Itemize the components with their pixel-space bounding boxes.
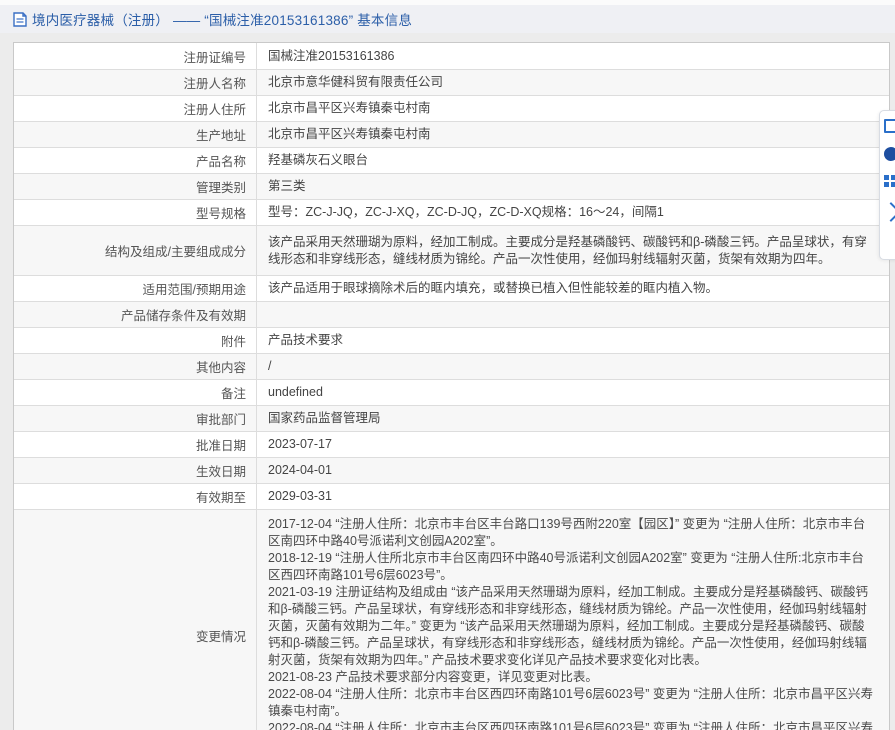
change-history-text: 2017-12-04 “注册人住所：北京市丰台区丰台路口139号西附220室【园… [257, 510, 889, 730]
row-value: / [257, 354, 889, 379]
row-label: 注册人名称 [14, 70, 257, 95]
dot-icon[interactable] [884, 147, 895, 161]
table-row: 型号规格型号：ZC-J-JQ，ZC-J-XQ，ZC-D-JQ，ZC-D-XQ规格… [14, 199, 889, 225]
row-label: 产品名称 [14, 148, 257, 173]
table-row: 审批部门国家药品监督管理局 [14, 405, 889, 431]
row-value: 北京市意华健科贸有限责任公司 [257, 70, 889, 95]
row-value: 2023-07-17 [257, 432, 889, 457]
table-row: 其他内容/ [14, 353, 889, 379]
row-value: 北京市昌平区兴寿镇秦屯村南 [257, 122, 889, 147]
info-table: 注册证编号国械注准20153161386 注册人名称北京市意华健科贸有限责任公司… [13, 42, 890, 730]
row-label: 有效期至 [14, 484, 257, 509]
row-value: undefined [257, 380, 889, 405]
row-label: 注册证编号 [14, 43, 257, 69]
table-row: 生产地址北京市昌平区兴寿镇秦屯村南 [14, 121, 889, 147]
row-value: 产品技术要求 [257, 328, 889, 353]
row-value [257, 302, 889, 327]
row-label: 产品储存条件及有效期 [14, 302, 257, 327]
row-label: 其他内容 [14, 354, 257, 379]
row-value: 第三类 [257, 174, 889, 199]
row-label: 附件 [14, 328, 257, 353]
row-label: 注册人住所 [14, 96, 257, 121]
table-row: 注册人住所北京市昌平区兴寿镇秦屯村南 [14, 95, 889, 121]
row-value: 国家药品监督管理局 [257, 406, 889, 431]
floating-side-panel[interactable] [879, 110, 895, 260]
row-value: 该产品采用天然珊瑚为原料，经加工制成。主要成分是羟基磷酸钙、碳酸钙和β-磷酸三钙… [257, 226, 889, 275]
row-value: 羟基磷灰石义眼台 [257, 148, 889, 173]
table-row: 备注undefined [14, 379, 889, 405]
table-row: 生效日期2024-04-01 [14, 457, 889, 483]
row-label: 变更情况 [14, 510, 257, 730]
row-label: 型号规格 [14, 200, 257, 225]
row-label: 生产地址 [14, 122, 257, 147]
row-label: 适用范围/预期用途 [14, 276, 257, 301]
table-row: 有效期至2029-03-31 [14, 483, 889, 509]
table-row: 适用范围/预期用途该产品适用于眼球摘除术后的眶内填充，或替换已植入但性能较差的眶… [14, 275, 889, 301]
row-label: 批准日期 [14, 432, 257, 457]
row-value: 型号：ZC-J-JQ，ZC-J-XQ，ZC-D-JQ，ZC-D-XQ规格：16～… [257, 200, 889, 225]
table-row-change-history: 变更情况2017-12-04 “注册人住所：北京市丰台区丰台路口139号西附22… [14, 509, 889, 730]
table-row: 附件产品技术要求 [14, 327, 889, 353]
page-header: 境内医疗器械（注册） —— “国械注准20153161386” 基本信息 [0, 5, 895, 33]
row-label: 生效日期 [14, 458, 257, 483]
row-label: 管理类别 [14, 174, 257, 199]
page: 境内医疗器械（注册） —— “国械注准20153161386” 基本信息 注册证… [0, 0, 895, 730]
apps-icon[interactable] [884, 175, 895, 189]
row-value: 北京市昌平区兴寿镇秦屯村南 [257, 96, 889, 121]
window-icon[interactable] [884, 119, 895, 133]
chevron-right-icon[interactable] [881, 202, 895, 222]
table-row: 结构及组成/主要组成成分该产品采用天然珊瑚为原料，经加工制成。主要成分是羟基磷酸… [14, 225, 889, 275]
row-label: 结构及组成/主要组成成分 [14, 226, 257, 275]
table-row: 产品名称羟基磷灰石义眼台 [14, 147, 889, 173]
table-row: 产品储存条件及有效期 [14, 301, 889, 327]
table-row: 注册证编号国械注准20153161386 [14, 43, 889, 69]
row-label: 审批部门 [14, 406, 257, 431]
table-row: 注册人名称北京市意华健科贸有限责任公司 [14, 69, 889, 95]
row-value: 国械注准20153161386 [257, 43, 889, 69]
table-row: 管理类别第三类 [14, 173, 889, 199]
document-icon [13, 12, 27, 27]
row-value: 该产品适用于眼球摘除术后的眶内填充，或替换已植入但性能较差的眶内植入物。 [257, 276, 889, 301]
table-row: 批准日期2023-07-17 [14, 431, 889, 457]
row-value: 2029-03-31 [257, 484, 889, 509]
page-title: 境内医疗器械（注册） —— “国械注准20153161386” 基本信息 [32, 9, 412, 29]
row-value: 2024-04-01 [257, 458, 889, 483]
row-label: 备注 [14, 380, 257, 405]
